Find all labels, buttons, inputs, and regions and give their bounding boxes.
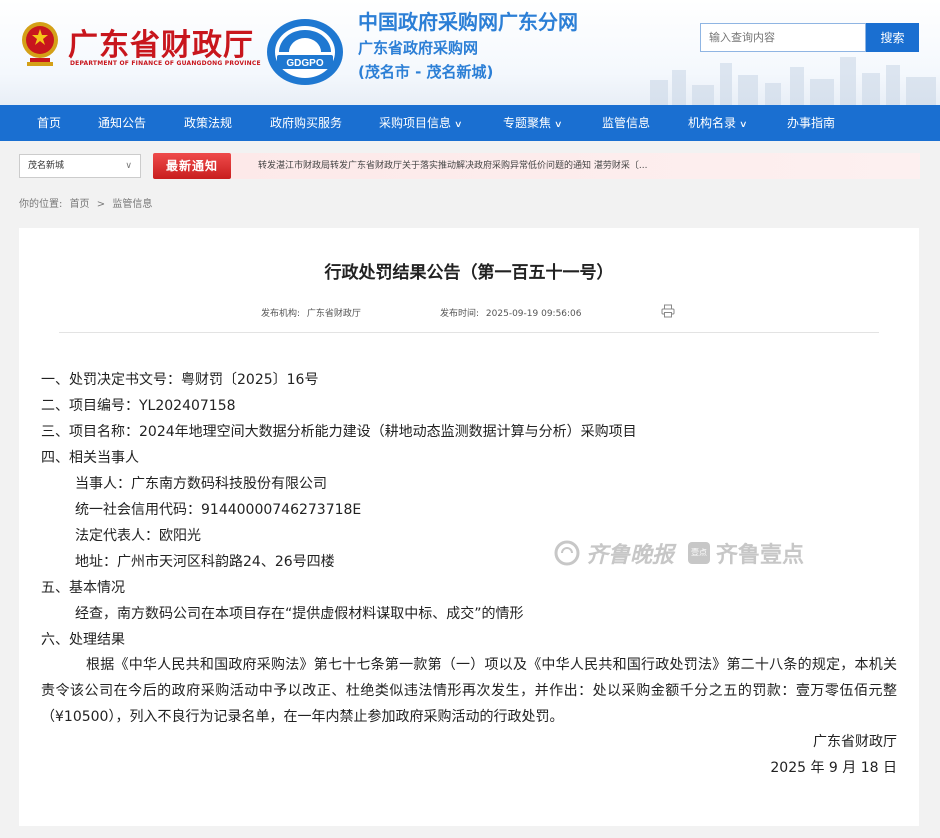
chevron-down-icon: ∨ — [454, 120, 463, 130]
watermark-brand-2: 齐鲁壹点 — [716, 543, 805, 568]
signature-organization: 广东省财政厅 — [813, 734, 897, 750]
publish-time-value: 2025-09-19 09:56:06 — [485, 309, 582, 319]
article-title: 行政处罚结果公告（第一百五十一号） — [324, 263, 614, 283]
chevron-down-icon: ∨ — [125, 161, 132, 171]
legal-representative: 法定代表人：欧阳光 — [75, 528, 201, 544]
nav-label: 监管信息 — [602, 116, 651, 130]
divider — [59, 332, 879, 333]
print-icon[interactable] — [661, 304, 675, 318]
related-parties-heading: 四、相关当事人 — [41, 450, 139, 466]
site-subtitle: 广东省政府采购网 — [358, 39, 479, 57]
handling-result-heading: 六、处理结果 — [41, 632, 125, 648]
site-header: 广东省财政厅 DEPARTMENT OF FINANCE OF GUANGDON… — [0, 0, 940, 105]
nav-label: 政策法规 — [184, 116, 233, 130]
chevron-down-icon: ∨ — [554, 120, 563, 130]
breadcrumb-separator: > — [96, 199, 106, 210]
city-skyline-decoration — [650, 57, 936, 105]
watermark-brand-1: 齐鲁晚报 — [586, 542, 675, 568]
region-select-value: 茂名新城 — [28, 161, 65, 171]
nav-guide[interactable]: 办事指南 — [787, 105, 835, 141]
department-name-english: DEPARTMENT OF FINANCE OF GUANGDONG PROVI… — [70, 60, 261, 67]
logo-text: GDGPO — [286, 58, 323, 69]
news-ticker[interactable]: 转发湛江市财政局转发广东省财政厅关于落实推动解决政府采购异常低价问题的通知 湛劳… — [231, 153, 920, 179]
breadcrumb: 你的位置: 首页 > 监管信息 — [19, 195, 156, 210]
breadcrumb-home[interactable]: 首页 — [70, 199, 90, 210]
basic-situation-text: 经查，南方数码公司在本项目存在“提供虚假材料谋取中标、成交”的情形 — [75, 606, 524, 622]
chevron-down-icon: ∨ — [739, 120, 748, 130]
credit-code: 统一社会信用代码：91440000746273718E — [75, 502, 362, 518]
latest-notice-badge: 最新通知 — [153, 153, 231, 179]
breadcrumb-label: 你的位置: — [19, 199, 63, 210]
gdgpo-logo: GDGPO — [267, 19, 343, 85]
watermark-logo-icon — [554, 540, 580, 566]
nav-policies[interactable]: 政策法规 — [184, 105, 232, 141]
breadcrumb-current[interactable]: 监管信息 — [112, 199, 152, 210]
signature-date: 2025 年 9 月 18 日 — [770, 760, 897, 776]
nav-label: 机构名录 — [688, 116, 737, 130]
media-watermark: 齐鲁晚报 壹点 齐鲁壹点 — [554, 533, 804, 573]
project-name: 三、项目名称：2024年地理空间大数据分析能力建设（耕地动态监测数据计算与分析）… — [41, 424, 637, 440]
project-number: 二、项目编号：YL202407158 — [41, 398, 236, 414]
article-card: 行政处罚结果公告（第一百五十一号） 发布机构: 广东省财政厅 发布时间: 202… — [19, 228, 919, 826]
nav-supervision[interactable]: 监管信息 — [602, 105, 650, 141]
penalty-decision-number: 一、处罚决定书文号：粤财罚〔2025〕16号 — [41, 372, 319, 388]
news-ticker-text: 转发湛江市财政局转发广东省财政厅关于落实推动解决政府采购异常低价问题的通知 湛劳… — [258, 161, 648, 171]
national-emblem-icon — [22, 22, 58, 66]
nav-topics[interactable]: 专题聚焦 ∨ — [503, 105, 563, 141]
nav-home[interactable]: 首页 — [37, 105, 61, 141]
nav-label: 办事指南 — [787, 116, 836, 130]
nav-label: 政府购买服务 — [270, 116, 343, 130]
main-nav: 首页 通知公告 政策法规 政府购买服务 采购项目信息 ∨ 专题聚焦 ∨ 监管信息 机… — [0, 105, 940, 141]
nav-label: 首页 — [37, 116, 62, 130]
nav-directory[interactable]: 机构名录 ∨ — [688, 105, 748, 141]
nav-label: 专题聚焦 — [503, 116, 552, 130]
publish-time-label: 发布时间: — [440, 309, 480, 319]
publish-time-meta: 发布时间: 2025-09-19 09:56:06 — [440, 306, 582, 319]
party-address: 地址：广州市天河区科韵路24、26号四楼 — [75, 554, 335, 570]
publisher-value: 广东省财政厅 — [306, 309, 361, 319]
search-button[interactable]: 搜索 — [866, 23, 919, 52]
nav-label: 采购项目信息 — [379, 116, 452, 130]
site-title: 中国政府采购网广东分网 — [358, 10, 578, 34]
site-city: (茂名市 - 茂名新城) — [358, 63, 494, 81]
nav-label: 通知公告 — [98, 116, 147, 130]
department-name: 广东省财政厅 — [68, 28, 254, 63]
party-name: 当事人：广东南方数码科技股份有限公司 — [75, 476, 327, 492]
nav-procurement-info[interactable]: 采购项目信息 ∨ — [379, 105, 463, 141]
publisher-meta: 发布机构: 广东省财政厅 — [261, 306, 361, 319]
handling-result-paragraph: 根据《中华人民共和国政府采购法》第七十七条第一款第（一）项以及《中华人民共和国行… — [41, 657, 897, 725]
basic-situation-heading: 五、基本情况 — [41, 580, 125, 596]
watermark-badge: 壹点 — [688, 542, 711, 564]
region-select[interactable]: 茂名新城 ∨ — [19, 154, 141, 178]
nav-gov-services[interactable]: 政府购买服务 — [270, 105, 342, 141]
search-input[interactable] — [700, 23, 866, 52]
publisher-label: 发布机构: — [261, 309, 301, 319]
nav-notices[interactable]: 通知公告 — [98, 105, 146, 141]
